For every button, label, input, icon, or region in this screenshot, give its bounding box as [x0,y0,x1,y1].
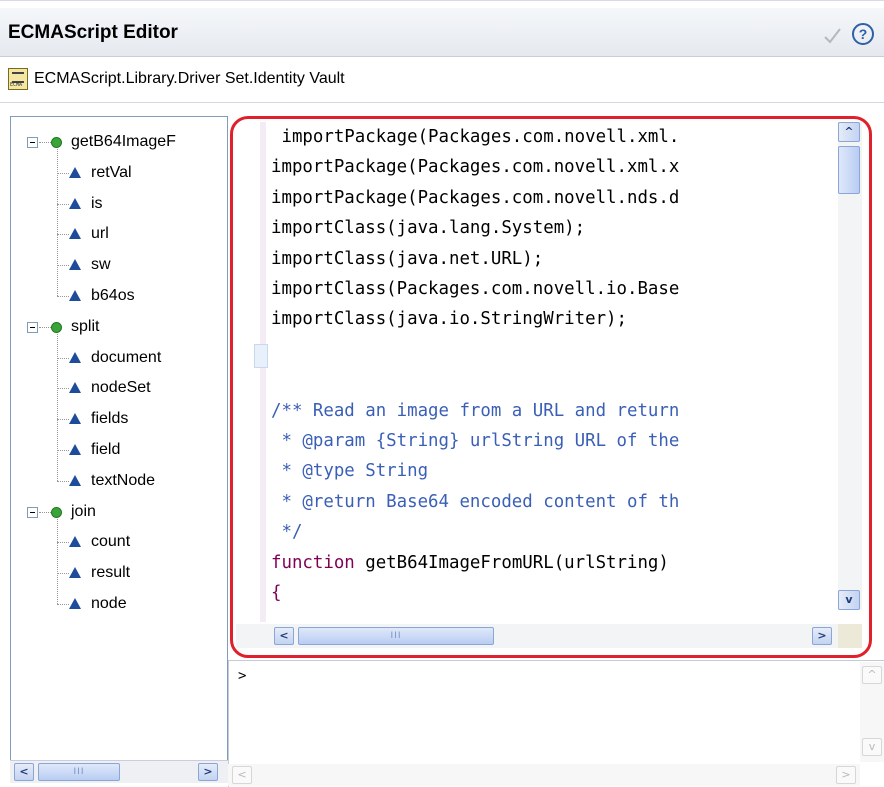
scroll-right-icon[interactable]: > [836,766,856,784]
outline-tree: getB64ImageF retVal is url sw b64os split docum… [10,116,228,778]
variable-icon [69,290,81,301]
variable-icon [69,536,81,548]
tree-horizontal-scrollbar[interactable]: < III > [10,760,228,783]
function-icon [51,506,62,518]
variable-icon [69,228,81,240]
tree-function-label: split [71,317,100,335]
variable-icon [69,166,81,178]
variable-icon [69,382,81,394]
tree-connector [57,172,69,174]
console-prompt: > [238,668,247,684]
tree-variable-label: sw [91,256,111,274]
variable-icon [69,413,81,425]
tree-connector [57,203,69,205]
tree-connector [57,450,69,451]
page-title: ECMAScript Editor [8,22,178,43]
scroll-down-icon[interactable]: v [862,738,882,756]
tree-connector [57,480,69,482]
tree-connector [57,419,69,421]
tree-connector [57,388,69,390]
scroll-right-icon[interactable]: > [198,763,218,781]
tree-variable-label: textNode [91,471,156,489]
variable-icon [69,474,81,486]
tree-variable-label: result [91,564,131,582]
object-path: ECMAScript.Library.Driver Set.Identity V… [34,70,345,87]
tree-connector [39,142,51,143]
variable-icon [69,197,81,209]
tree-variable-label: fields [91,410,129,428]
tree-connector [39,511,51,513]
tree-connector [57,542,69,544]
tree-connector [57,234,69,236]
tree-connector [57,604,69,605]
function-icon [51,137,62,148]
collapse-icon[interactable] [27,321,38,333]
tree-variable-label: b64os [91,287,135,304]
scroll-left-icon[interactable]: < [232,766,252,784]
tree-variable-label: count [91,533,131,551]
scroll-thumb[interactable]: III [38,763,120,781]
tree-variable-label: node [91,595,127,612]
tree-connector [57,296,69,297]
scroll-up-icon[interactable]: ^ [862,666,882,684]
tree-variable-label: nodeSet [91,379,151,397]
top-edge [0,0,884,7]
scroll-left-icon[interactable]: < [14,763,34,781]
tree-variable-label: field [91,441,121,458]
variable-icon [69,259,81,271]
tree-connector [57,357,69,359]
console-vertical-scrollbar[interactable]: ^ v [860,662,884,762]
highlight-outline [230,116,872,658]
variable-icon [69,598,81,609]
tree-connector [57,149,58,296]
collapse-icon[interactable] [27,137,38,148]
tree-connector [57,573,69,575]
function-icon [51,321,62,333]
tree-connector [57,333,58,481]
editor-titlebar: ECMAScript Editor ? [0,8,884,57]
tree-variable-label: retVal [91,163,132,181]
help-icon[interactable]: ? [852,23,874,45]
ecma-file-icon: ECMA [8,68,28,90]
tree-connector [57,265,69,267]
tree-variable-label: document [91,348,162,366]
tree-function-label: join [71,502,96,520]
variable-icon [69,351,81,363]
console-horizontal-scrollbar[interactable]: < > [228,764,860,786]
variable-icon [69,567,81,579]
collapse-icon[interactable] [27,506,38,518]
tree-variable-label: is [91,194,103,212]
check-icon[interactable] [822,26,842,46]
tree-variable-label: url [91,225,109,243]
tree-function-label: getB64ImageF [71,133,176,150]
tree-connector [57,518,58,604]
tree-connector [39,326,51,328]
variable-icon [69,444,81,455]
